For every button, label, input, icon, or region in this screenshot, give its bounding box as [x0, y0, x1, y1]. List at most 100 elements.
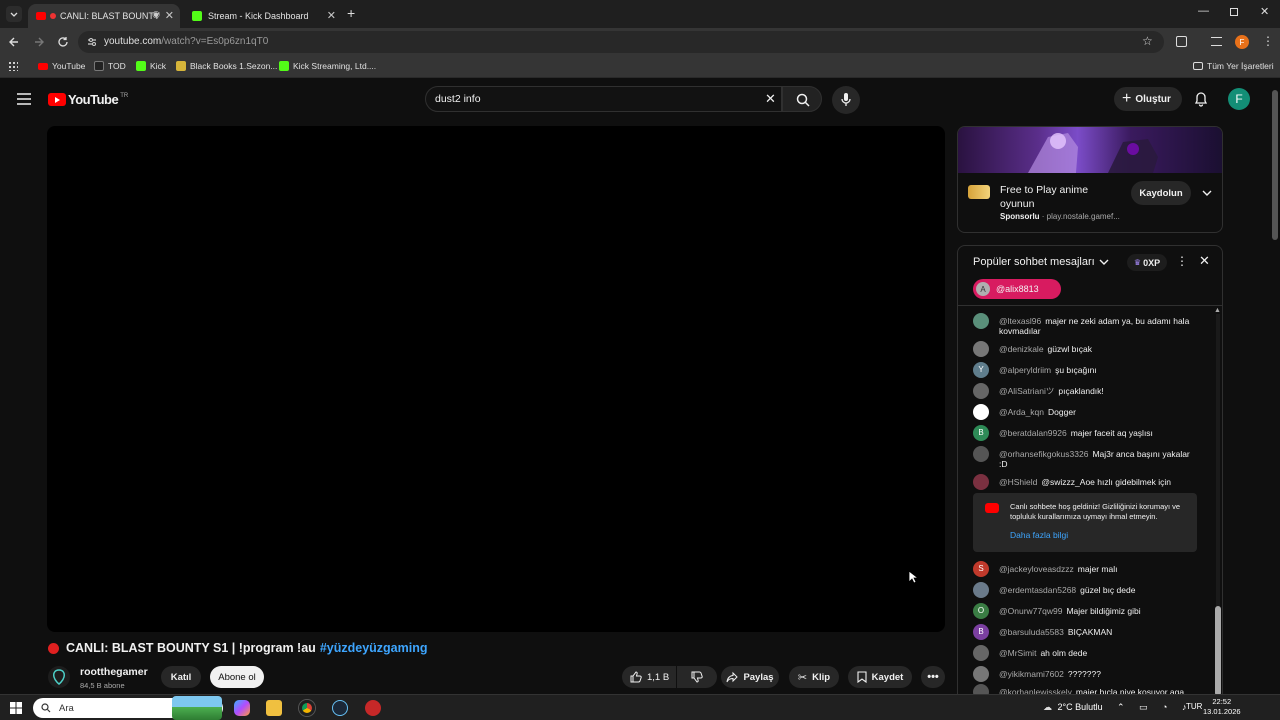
chat-author-avatar[interactable]: O — [973, 603, 989, 619]
tab-kick[interactable]: Stream - Kick Dashboard ✕ — [184, 4, 342, 28]
chat-author-name[interactable]: @jackeyloveasdzzz — [999, 564, 1074, 574]
forward-icon[interactable] — [33, 36, 45, 48]
chat-author-name[interactable]: @yikikmami7602 — [999, 669, 1064, 679]
chat-author-name[interactable]: @orhansefikgokus3326 — [999, 449, 1088, 459]
landscape-widget-icon[interactable] — [172, 696, 222, 720]
join-button[interactable]: Katıl — [161, 666, 201, 688]
subscribe-button[interactable]: Abone ol — [210, 666, 264, 688]
all-bookmarks-folder[interactable]: Tüm Yer İşaretleri — [1193, 61, 1274, 71]
windows-start-icon[interactable] — [10, 702, 22, 714]
tray-icons[interactable]: ⌃ ▭ ◔ ♪ — [1117, 702, 1192, 713]
chat-author-avatar[interactable] — [973, 404, 989, 420]
like-button[interactable]: 1,1 B — [622, 666, 676, 688]
profile-avatar[interactable]: F — [1235, 35, 1249, 49]
bookmark-youtube[interactable]: YouTube — [38, 61, 85, 71]
tab-youtube[interactable]: CANLI: BLAST BOUNTY ◉ ✕ — [28, 4, 180, 28]
youtube-logo[interactable]: YouTube TR — [48, 92, 128, 107]
chat-author-name[interactable]: @Arda_kqn — [999, 407, 1044, 417]
close-chat-icon[interactable]: ✕ — [1199, 253, 1210, 269]
file-explorer-icon[interactable] — [266, 700, 282, 716]
page-scrollbar[interactable] — [1270, 80, 1280, 694]
app-icon[interactable] — [365, 700, 381, 716]
chat-author-avatar[interactable] — [973, 582, 989, 598]
bookmark-tod[interactable]: TOD — [94, 61, 126, 71]
input-language[interactable]: TUR — [1186, 702, 1202, 711]
back-icon[interactable] — [8, 36, 20, 48]
notifications-bell-icon[interactable] — [1194, 91, 1208, 107]
video-player[interactable] — [47, 126, 945, 632]
chat-author-name[interactable]: @MrSimit — [999, 648, 1036, 658]
chrome-icon[interactable] — [299, 700, 315, 716]
copilot-icon[interactable] — [234, 700, 250, 716]
chat-author-avatar[interactable] — [973, 383, 989, 399]
audio-icon[interactable]: ◉ — [152, 9, 160, 20]
chevron-down-icon[interactable] — [1201, 188, 1213, 198]
bookmark-black-books[interactable]: Black Books 1.Sezon... — [176, 61, 277, 71]
minimize-button[interactable]: — — [1198, 5, 1209, 17]
close-tab-icon[interactable]: ✕ — [327, 9, 336, 22]
bookmark-kick[interactable]: Kick — [136, 61, 166, 71]
chat-author-avatar[interactable] — [973, 341, 989, 357]
channel-avatar[interactable] — [48, 666, 70, 688]
chat-author-avatar[interactable]: S — [973, 561, 989, 577]
save-button[interactable]: Kaydet — [848, 666, 912, 688]
site-info-icon[interactable] — [86, 36, 98, 48]
create-button[interactable]: + Oluştur — [1114, 87, 1182, 111]
chat-author-avatar[interactable]: B — [973, 425, 989, 441]
chat-author-name[interactable]: @AliSatrianiツ — [999, 386, 1054, 396]
bookmark-kick-streaming[interactable]: Kick Streaming, Ltd.... — [279, 61, 376, 71]
tab-list-button[interactable] — [6, 6, 22, 22]
bookmark-star-icon[interactable]: ☆ — [1142, 34, 1153, 48]
menu-dots-icon[interactable]: ⋮ — [1262, 34, 1274, 48]
chat-mode-dropdown[interactable]: Popüler sohbet mesajları — [973, 256, 1110, 268]
reading-list-icon[interactable] — [1211, 37, 1222, 46]
chat-author-name[interactable]: @beratdalan9926 — [999, 428, 1067, 438]
chat-author-avatar[interactable] — [973, 313, 989, 329]
sponsored-ad-card[interactable]: Free to Play anime oyunun Sponsorlu · pl… — [957, 126, 1223, 233]
page-scrollbar-thumb[interactable] — [1272, 90, 1278, 240]
chat-author-name[interactable]: @barsuluda5583 — [999, 627, 1064, 637]
reload-icon[interactable] — [57, 36, 69, 48]
chat-author-avatar[interactable] — [973, 666, 989, 682]
voice-search-button[interactable] — [832, 86, 860, 114]
chat-author-name[interactable]: @erdemtasdan5268 — [999, 585, 1076, 595]
apps-grid-icon[interactable] — [8, 61, 18, 71]
hamburger-menu-icon[interactable] — [17, 93, 31, 105]
chat-scrollbar-thumb[interactable] — [1215, 606, 1221, 696]
learn-more-link[interactable]: Daha fazla bilgi — [1010, 530, 1068, 540]
channel-name[interactable]: rootthegamer — [80, 666, 148, 678]
weather-widget[interactable]: ☁ 2°C Bulutlu — [1043, 702, 1103, 713]
chat-menu-icon[interactable]: ⋮ — [1176, 254, 1188, 268]
ad-title[interactable]: Free to Play anime oyunun — [1000, 183, 1100, 211]
clear-search-icon[interactable]: ✕ — [765, 91, 776, 107]
chat-author-avatar[interactable]: B — [973, 624, 989, 640]
search-input[interactable]: dust2 info ✕ — [425, 86, 782, 112]
pinned-user-chip[interactable]: A @alix8813 — [973, 279, 1061, 299]
steam-icon[interactable] — [332, 700, 348, 716]
ad-banner-image[interactable] — [958, 127, 1222, 173]
chat-author-name[interactable]: @denizkale — [999, 344, 1044, 354]
restore-button[interactable] — [1230, 8, 1238, 16]
chat-author-name[interactable]: @alperyldriim — [999, 365, 1051, 375]
chat-author-name[interactable]: @ltexasl96 — [999, 316, 1041, 326]
dislike-button[interactable] — [677, 666, 717, 688]
chat-author-avatar[interactable] — [973, 645, 989, 661]
address-field[interactable]: youtube.com/watch?v=Es0p6zn1qT0 ☆ — [78, 31, 1164, 53]
chat-author-avatar[interactable] — [973, 446, 989, 462]
video-hashtag-link[interactable]: #yüzdeyüzgaming — [320, 641, 428, 655]
chat-author-avatar[interactable]: Y — [973, 362, 989, 378]
extensions-icon[interactable] — [1176, 36, 1187, 47]
chat-author-name[interactable]: @Onurw77qw99 — [999, 606, 1062, 616]
clip-button[interactable]: ✂ Klip — [789, 666, 839, 688]
ad-signup-button[interactable]: Kaydolun — [1131, 181, 1191, 205]
more-actions-button[interactable]: ••• — [921, 666, 945, 688]
taskbar-clock[interactable]: 22:52 13.01.2026 — [1203, 697, 1241, 717]
close-tab-icon[interactable]: ✕ — [165, 9, 174, 22]
new-tab-button[interactable]: + — [347, 5, 355, 21]
search-button[interactable] — [782, 86, 822, 112]
close-window-button[interactable]: ✕ — [1260, 5, 1269, 18]
xp-badge[interactable]: ♛ 0XP — [1127, 254, 1167, 271]
chat-author-avatar[interactable] — [973, 474, 989, 490]
scroll-up-arrow-icon[interactable]: ▲ — [1214, 307, 1221, 314]
chat-author-name[interactable]: @HShield — [999, 477, 1037, 487]
